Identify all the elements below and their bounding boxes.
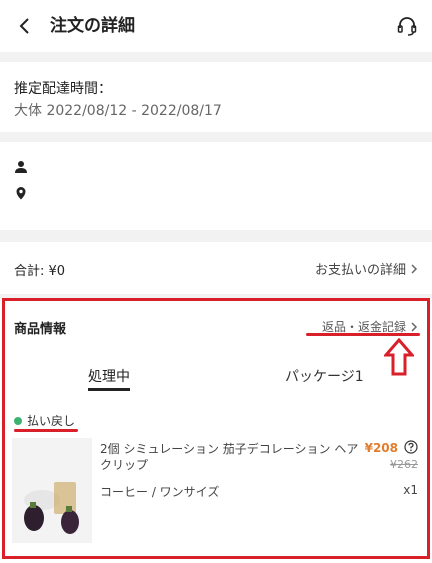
- tab-package-1[interactable]: パッケージ1: [285, 366, 364, 386]
- chevron-right-icon: [411, 321, 418, 332]
- active-tab-indicator: [88, 388, 130, 391]
- delivery-section: 推定配達時間： 大体 2022/08/12 - 2022/08/17: [0, 62, 432, 132]
- app-header: 注文の詳細: [0, 0, 432, 52]
- payment-detail-label: お支払いの詳細: [314, 263, 406, 278]
- tab-processing[interactable]: 処理中: [88, 366, 130, 386]
- chevron-right-icon: [411, 263, 418, 274]
- delivery-label: 推定配達時間：: [14, 81, 112, 97]
- status-label: 払い戻し: [27, 414, 76, 428]
- annotation-arrow-up-icon: [384, 338, 414, 376]
- annotation-underline: [14, 429, 78, 432]
- product-price: ¥208: [364, 441, 398, 455]
- product-image[interactable]: [12, 438, 92, 543]
- location-pin-icon: [16, 187, 26, 200]
- person-icon: [15, 161, 27, 173]
- total-section: 合計: ¥0 お支払いの詳細: [0, 242, 432, 294]
- total-amount: 合計: ¥0: [14, 264, 66, 279]
- delivery-date-range: 大体 2022/08/12 - 2022/08/17: [14, 103, 222, 119]
- product-original-price: ¥262: [390, 458, 418, 471]
- page-title: 注文の詳細: [50, 16, 135, 36]
- refund-status: 払い戻し: [14, 412, 75, 429]
- address-section: [0, 142, 432, 230]
- annotation-underline: [306, 333, 420, 336]
- payment-detail-link[interactable]: お支払いの詳細: [315, 259, 418, 278]
- product-variant: コーヒー / ワンサイズ: [100, 485, 220, 499]
- help-circle-icon[interactable]: [404, 440, 418, 454]
- product-section-title: 商品情報: [14, 322, 67, 337]
- chevron-left-icon[interactable]: [14, 14, 36, 38]
- product-info-section: 商品情報 返品・返金記録 処理中 パッケージ1 払い戻し 2個 シミュレーション…: [0, 298, 432, 563]
- product-name[interactable]: 2個 シミュレーション 茄子デコレーション ヘアクリップ: [100, 441, 366, 473]
- headset-icon[interactable]: [396, 14, 418, 38]
- status-dot: [14, 416, 22, 425]
- product-quantity: x1: [403, 483, 418, 497]
